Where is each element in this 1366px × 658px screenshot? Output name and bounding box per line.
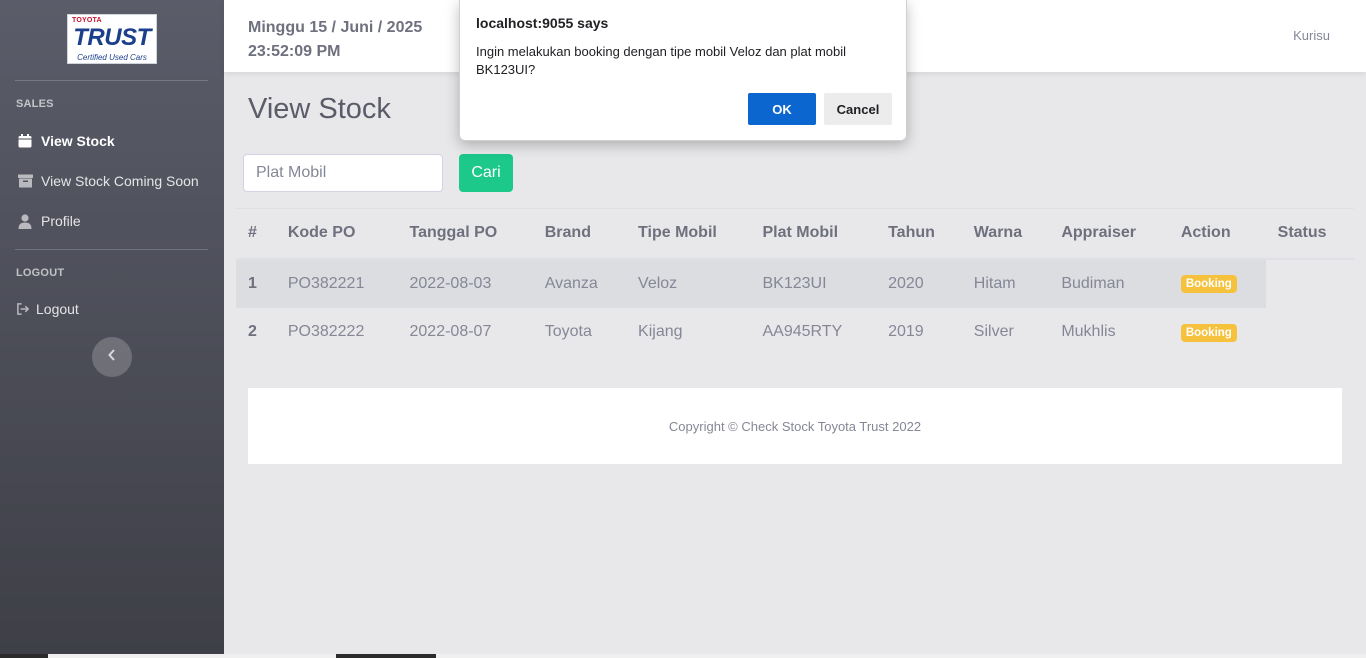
dialog-title: localhost:9055 says [476, 15, 609, 31]
column-header: # [236, 208, 276, 260]
ok-button[interactable]: OK [748, 93, 816, 125]
footer: Copyright © Check Stock Toyota Trust 202… [248, 388, 1342, 464]
tahun-cell: 2020 [876, 258, 962, 308]
status-cell [1266, 308, 1354, 357]
appraiser-cell: Budiman [1049, 258, 1169, 308]
kode-po-cell: PO382221 [275, 258, 398, 308]
sign-out-icon [16, 301, 30, 317]
taskbar-segment [48, 654, 336, 658]
column-header: Action [1168, 208, 1266, 260]
logo[interactable]: TOYOTA TRUST Certified Used Cars [67, 14, 157, 64]
column-header: Kode PO [275, 208, 398, 260]
column-header: Warna [961, 208, 1050, 260]
table-row: 2 PO382222 2022-08-07 Toyota Kijang AA94… [236, 308, 1354, 357]
sidebar-item-label: View Stock Coming Soon [41, 173, 199, 189]
sidebar-divider [15, 80, 208, 81]
sidebar-divider [15, 249, 208, 250]
booking-button[interactable]: Booking [1180, 323, 1237, 342]
action-cell: Booking [1169, 308, 1266, 357]
sidebar: TOYOTA TRUST Certified Used Cars SALES V… [0, 0, 224, 658]
copyright-text: Copyright © Check Stock Toyota Trust 202… [668, 418, 922, 434]
sidebar-heading-logout: LOGOUT [16, 267, 65, 279]
confirm-dialog: localhost:9055 says Ingin melakukan book… [459, 0, 907, 141]
brand-cell: Avanza [532, 258, 627, 308]
appraiser-cell: Mukhlis [1061, 323, 1116, 340]
column-header: Tipe Mobil [626, 208, 751, 260]
current-date: Minggu 15 / Juni / 2025 [248, 19, 423, 36]
sidebar-item-label: View Stock [41, 133, 115, 149]
sidebar-item-label: Profile [41, 213, 81, 229]
plat-mobil-search-input[interactable] [243, 154, 443, 192]
cancel-button[interactable]: Cancel [824, 93, 892, 125]
tipe-mobil-cell: Veloz [626, 258, 751, 308]
warna-cell: Hitam [961, 258, 1050, 308]
table-row: 1 PO382221 2022-08-03 Avanza Veloz BK123… [236, 258, 1354, 308]
dialog-message: Ingin melakukan booking dengan tipe mobi… [476, 44, 847, 77]
tipe-mobil-cell: Kijang [638, 323, 683, 340]
logo-tagline: Certified Used Cars [77, 53, 147, 62]
booking-button[interactable]: Booking [1180, 275, 1237, 293]
logo-brand: TOYOTA [72, 17, 102, 24]
column-header: Brand [532, 208, 627, 260]
taskbar-edge [0, 654, 1366, 658]
sidebar-item-label: Logout [36, 301, 79, 317]
sidebar-toggle-button[interactable] [92, 337, 132, 377]
column-header: Plat Mobil [750, 208, 877, 260]
stock-table: # Kode PO Tanggal PO Brand Tipe Mobil Pl… [236, 208, 1354, 357]
search-button[interactable]: Cari [459, 154, 513, 192]
tanggal-po-cell: 2022-08-07 [409, 323, 492, 340]
chevron-left-icon [107, 348, 117, 366]
plat-mobil-cell: BK123UI [750, 258, 877, 308]
sidebar-item-view-stock[interactable]: View Stock [16, 130, 115, 152]
sidebar-item-logout[interactable]: Logout [16, 298, 79, 320]
plat-mobil-cell: AA945RTY [762, 323, 843, 340]
user-name[interactable]: Kurisu [1293, 28, 1330, 43]
taskbar-segment [436, 654, 1366, 658]
tanggal-po-cell: 2022-08-03 [397, 258, 533, 308]
calendar-icon [16, 133, 34, 149]
column-header: Appraiser [1049, 208, 1169, 260]
current-time: 23:52:09 PM [248, 43, 341, 60]
sidebar-heading-sales: SALES [16, 98, 54, 110]
row-number: 1 [236, 258, 276, 308]
status-cell [1266, 259, 1354, 308]
column-header: Tanggal PO [397, 208, 533, 260]
sidebar-item-view-stock-coming-soon[interactable]: View Stock Coming Soon [16, 170, 199, 192]
user-icon [16, 213, 34, 229]
table-header-row: # Kode PO Tanggal PO Brand Tipe Mobil Pl… [236, 208, 1354, 260]
kode-po-cell: PO382222 [287, 323, 365, 340]
brand-cell: Toyota [544, 323, 592, 340]
tahun-cell: 2019 [888, 323, 924, 340]
row-number: 2 [248, 323, 257, 340]
logo-name: TRUST [73, 24, 151, 51]
column-header: Tahun [876, 208, 962, 260]
archive-icon [16, 173, 34, 189]
sidebar-item-profile[interactable]: Profile [16, 210, 81, 232]
action-cell: Booking [1168, 258, 1266, 308]
warna-cell: Silver [973, 323, 1014, 340]
column-header: Status [1265, 208, 1354, 260]
page-title: View Stock [248, 93, 391, 125]
